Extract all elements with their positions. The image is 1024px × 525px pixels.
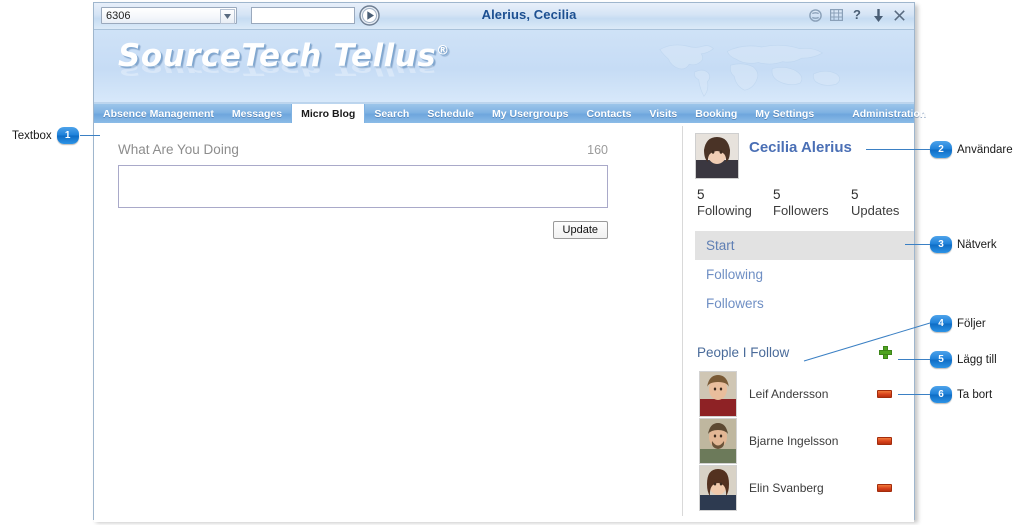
follow-name: Leif Andersson xyxy=(749,386,829,401)
nav-item-booking[interactable]: Booking xyxy=(686,104,746,123)
blog-form-header: What Are You Doing 160 xyxy=(118,142,608,157)
profile-stats: 5 Following 5 Followers 5 Updates xyxy=(695,187,914,219)
blog-form-actions: Update xyxy=(118,221,608,239)
help-icon[interactable]: ? xyxy=(850,8,864,22)
network-link-followers[interactable]: Followers xyxy=(695,289,914,318)
annotation-1-leader-line xyxy=(80,135,100,136)
block-circle-icon[interactable] xyxy=(808,8,822,22)
nav-label: Contacts xyxy=(586,107,632,120)
stat-caption: Followers xyxy=(773,203,829,218)
nav-label: Schedule xyxy=(427,107,475,120)
nav-label: Micro Blog xyxy=(301,107,356,120)
annotation-4-foljer: 4 Följer xyxy=(930,315,986,332)
brand-banner: SourceTech Tellus® SourceTech Tellus xyxy=(94,30,914,103)
annotation-6-ta-bort: 6 Ta bort xyxy=(930,386,992,403)
download-arrow-icon[interactable] xyxy=(871,8,885,22)
nav-label: Messages xyxy=(231,107,283,120)
minus-icon[interactable] xyxy=(877,389,892,398)
nav-item-search[interactable]: Search xyxy=(365,104,418,123)
update-button[interactable]: Update xyxy=(552,221,608,239)
minus-icon[interactable] xyxy=(877,436,892,445)
annotation-5-leader-line xyxy=(898,359,930,360)
annotation-5-lagg-till: 5 Lägg till xyxy=(930,351,997,368)
profile-header: Cecilia Alerius xyxy=(695,133,914,179)
blog-prompt-label: What Are You Doing xyxy=(118,142,239,157)
annotation-badge: 5 xyxy=(930,351,952,368)
nav-item-administration[interactable]: Administration xyxy=(843,104,935,123)
stat-value: 5 xyxy=(697,187,705,202)
world-map-watermark xyxy=(659,44,841,97)
annotation-label: Användare xyxy=(957,143,1013,156)
annotation-label: Lägg till xyxy=(957,353,997,366)
network-links: Start Following Followers xyxy=(695,231,914,318)
title-bar: 6306 Alerius, Cecilia ? xyxy=(94,3,914,30)
film-strip-icon[interactable] xyxy=(829,8,843,22)
character-counter: 160 xyxy=(587,143,608,157)
title-bar-icons: ? xyxy=(808,8,906,22)
list-item[interactable]: Bjarne Ingelsson xyxy=(695,417,914,464)
nav-item-my-settings[interactable]: My Settings xyxy=(746,104,823,123)
stat-updates[interactable]: 5 Updates xyxy=(851,187,911,219)
annotation-1-textbox: Textbox 1 xyxy=(12,127,79,144)
stat-caption: Following xyxy=(697,203,752,218)
stat-value: 5 xyxy=(851,187,859,202)
annotation-badge: 6 xyxy=(930,386,952,403)
network-link-following[interactable]: Following xyxy=(695,260,914,289)
nav-label: My Usergroups xyxy=(492,107,569,120)
nav-item-schedule[interactable]: Schedule xyxy=(418,104,483,123)
stat-following[interactable]: 5 Following xyxy=(697,187,773,219)
stat-caption: Updates xyxy=(851,203,900,218)
profile-name[interactable]: Cecilia Alerius xyxy=(749,133,852,156)
micro-blog-panel: What Are You Doing 160 Update xyxy=(94,124,682,522)
nav-label: Visits xyxy=(649,107,678,120)
registered-mark-icon: ® xyxy=(436,43,450,59)
nav-label: Absence Management xyxy=(103,107,214,120)
minus-icon[interactable] xyxy=(877,483,892,492)
annotation-3-natverk: 3 Nätverk xyxy=(930,236,997,253)
annotation-label: Följer xyxy=(957,317,986,330)
annotation-badge: 1 xyxy=(56,127,79,144)
nav-label: My Settings xyxy=(755,107,815,120)
nav-item-absence-management[interactable]: Absence Management xyxy=(94,104,223,123)
annotation-2-anvandare: 2 Användare xyxy=(930,141,1013,158)
window-title: Alerius, Cecilia xyxy=(481,7,577,22)
page-content: What Are You Doing 160 Update Cecilia Al… xyxy=(94,124,914,522)
nav-label: Search xyxy=(374,107,410,120)
section-title: People I Follow xyxy=(697,345,790,360)
nav-item-contacts[interactable]: Contacts xyxy=(577,104,640,123)
nav-item-visits[interactable]: Visits xyxy=(640,104,686,123)
follow-list: Leif Andersson Bjarne Ingelsson Elin Sva… xyxy=(695,370,914,511)
annotation-6-leader-line xyxy=(898,394,930,395)
follow-name: Elin Svanberg xyxy=(749,480,824,495)
nav-label: Administration xyxy=(852,107,927,120)
list-item[interactable]: Elin Svanberg xyxy=(695,464,914,511)
annotation-label: Textbox xyxy=(12,129,52,142)
application-window: 6306 Alerius, Cecilia ? SourceTech Tellu… xyxy=(93,2,926,522)
nav-item-my-usergroups[interactable]: My Usergroups xyxy=(483,104,577,123)
avatar xyxy=(695,133,739,179)
annotation-label: Nätverk xyxy=(957,238,997,251)
screenshot-stage: 6306 Alerius, Cecilia ? SourceTech Tellu… xyxy=(0,0,1024,525)
annotation-label: Ta bort xyxy=(957,388,993,401)
nav-label: Booking xyxy=(695,107,738,120)
brand-logo: SourceTech Tellus® xyxy=(118,38,450,74)
avatar xyxy=(699,370,737,417)
stat-value: 5 xyxy=(773,187,781,202)
avatar xyxy=(699,464,737,511)
nav-item-messages[interactable]: Messages xyxy=(223,104,291,123)
annotation-badge: 2 xyxy=(930,141,952,158)
avatar xyxy=(699,417,737,464)
annotation-2-leader-line xyxy=(866,149,930,150)
follow-name: Bjarne Ingelsson xyxy=(749,433,839,448)
annotation-3-leader-line xyxy=(905,244,930,245)
main-navigation: Absence Management Messages Micro Blog S… xyxy=(94,103,926,124)
list-item[interactable]: Leif Andersson xyxy=(695,370,914,417)
close-icon[interactable] xyxy=(892,8,906,22)
nav-item-micro-blog[interactable]: Micro Blog xyxy=(291,104,366,123)
annotation-badge: 3 xyxy=(930,236,952,253)
brand-logo-text: SourceTech Tellus xyxy=(118,38,437,74)
network-link-start[interactable]: Start xyxy=(695,231,914,260)
blog-textarea[interactable] xyxy=(118,165,608,208)
stat-followers[interactable]: 5 Followers xyxy=(773,187,851,219)
